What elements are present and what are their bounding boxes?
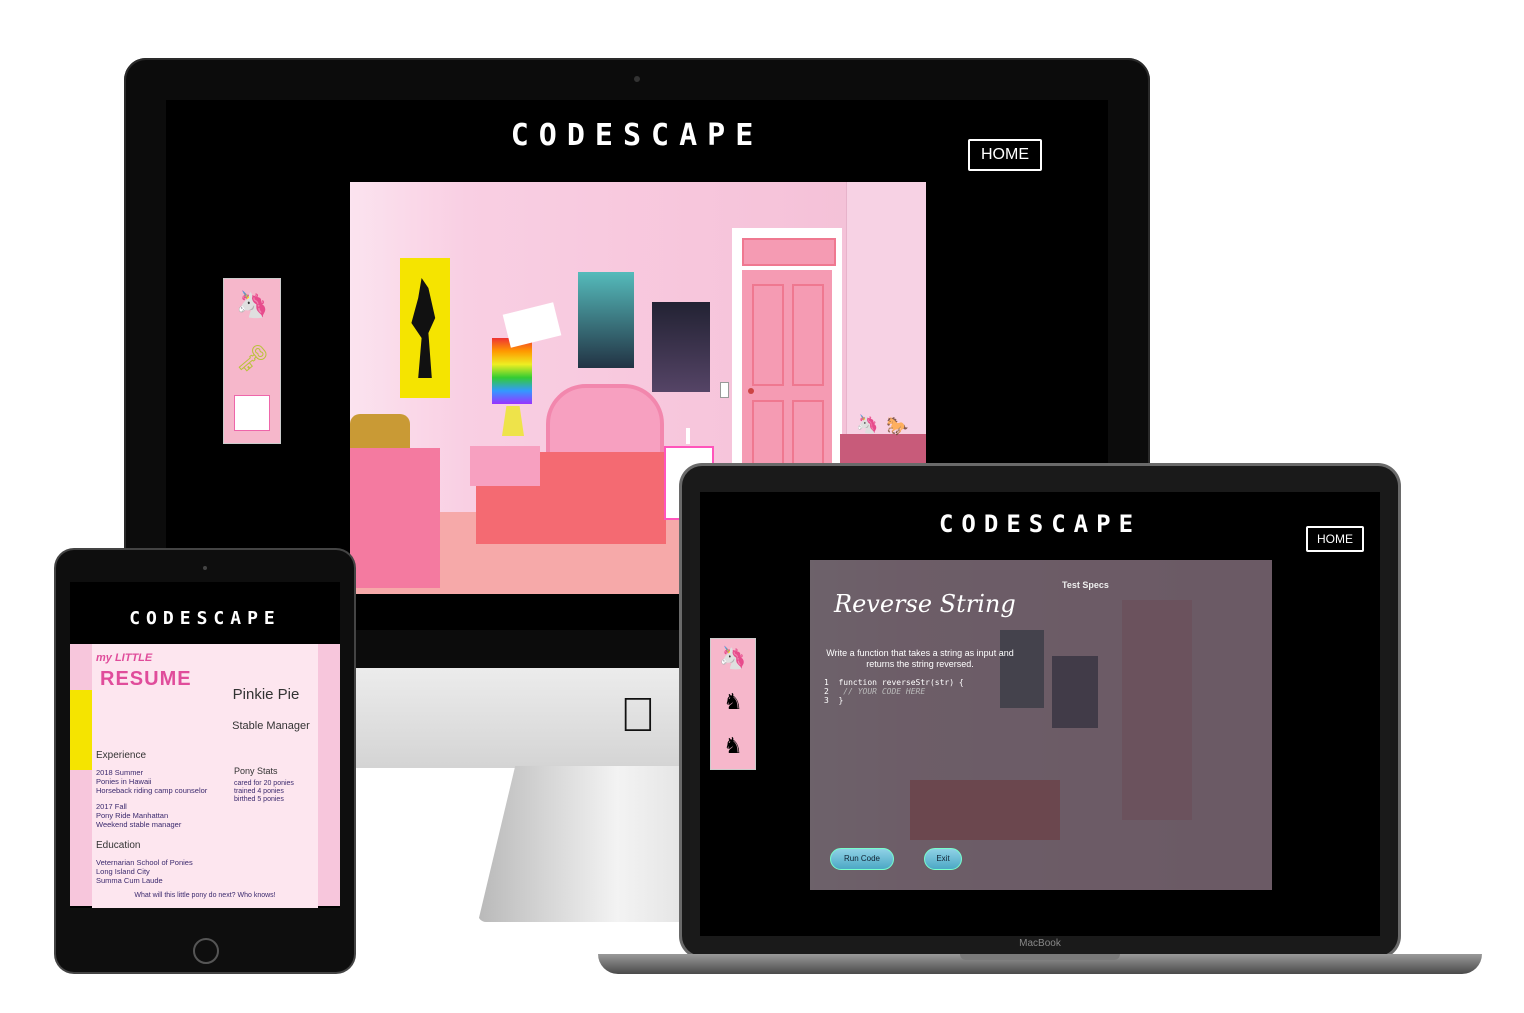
home-button[interactable]: HOME bbox=[968, 139, 1042, 171]
code-editor[interactable]: 1 function reverseStr(str) { 2 // YOUR C… bbox=[824, 678, 1044, 705]
app-title: CODESCAPE bbox=[938, 510, 1142, 538]
stat-1: cared for 20 ponies bbox=[234, 780, 294, 787]
home-button[interactable]: HOME bbox=[1306, 526, 1364, 552]
resume-brand-top: my LITTLE bbox=[96, 652, 153, 664]
resume-icon[interactable] bbox=[234, 395, 270, 431]
resume-document[interactable]: my LITTLE RESUME Pinkie Pie Stable Manag… bbox=[92, 644, 318, 908]
resume-name: Pinkie Pie bbox=[232, 686, 300, 703]
run-code-button[interactable]: Run Code bbox=[830, 848, 894, 870]
door-transom bbox=[742, 238, 836, 266]
code-text: } bbox=[838, 696, 844, 705]
treasure-chest[interactable] bbox=[350, 414, 410, 450]
exp-1-title: Horseback riding camp counselor bbox=[96, 786, 208, 795]
challenge-prompt: Write a function that takes a string as … bbox=[826, 648, 1014, 669]
candle[interactable] bbox=[686, 428, 690, 444]
exp-2-date: 2017 Fall bbox=[96, 802, 127, 811]
experience-heading: Experience bbox=[96, 750, 147, 761]
exp-2-title: Weekend stable manager bbox=[96, 820, 182, 829]
dresser[interactable] bbox=[350, 448, 440, 588]
door-panel bbox=[752, 284, 784, 386]
test-specs-label: Test Specs bbox=[1062, 580, 1109, 590]
rainbow-sticker[interactable] bbox=[502, 302, 562, 348]
resume-footer: What will this little pony do next? Who … bbox=[134, 892, 276, 899]
unicorn-toy-icon[interactable]: 🦄 bbox=[719, 645, 747, 673]
unicorn-silhouette-icon[interactable]: ♞ bbox=[719, 689, 747, 717]
line-number: 2 bbox=[824, 687, 829, 696]
pony-stats: cared for 20 ponies trained 4 ponies bir… bbox=[234, 780, 294, 804]
education-heading: Education bbox=[96, 840, 141, 851]
door-panel bbox=[792, 284, 824, 386]
lightning-unicorn-poster[interactable] bbox=[652, 302, 710, 392]
stats-heading: Pony Stats bbox=[234, 766, 278, 776]
horse-silhouette-icon bbox=[411, 278, 436, 378]
ipad-screen: CODESCAPE my LITTLE RESUME Pinkie Pie St… bbox=[70, 582, 340, 908]
code-line: 2 // YOUR CODE HERE bbox=[824, 687, 1044, 696]
inventory-panel: 🦄 🗝 bbox=[223, 278, 281, 444]
horse-silhouette-poster bbox=[70, 690, 92, 770]
door-knob[interactable] bbox=[748, 388, 754, 394]
macbook-notch bbox=[960, 954, 1120, 960]
apple-logo-icon:  bbox=[612, 690, 664, 742]
horse-silhouette-poster[interactable] bbox=[400, 258, 450, 398]
exit-button[interactable]: Exit bbox=[924, 848, 962, 870]
code-line: 1 function reverseStr(str) { bbox=[824, 678, 1044, 687]
edu-1: Veternarian School of Ponies bbox=[96, 858, 193, 867]
macbook-screen: CODESCAPE HOME 🦄 ♞ ♞ Reverse String Test… bbox=[700, 492, 1380, 936]
bed-headboard bbox=[546, 384, 664, 462]
horse-toy-icon[interactable]: 🐎 bbox=[886, 416, 908, 438]
resume-role: Stable Manager bbox=[232, 720, 310, 732]
exp-2-place: Pony Ride Manhattan bbox=[96, 811, 169, 820]
lamp[interactable] bbox=[502, 406, 524, 436]
exp-1-place: Ponies in Hawaii bbox=[96, 777, 152, 786]
unicorn-poster[interactable] bbox=[578, 272, 634, 368]
edu-3: Summa Cum Laude bbox=[96, 876, 163, 885]
ipad-home-button[interactable] bbox=[193, 938, 219, 964]
education: Veternarian School of Ponies Long Island… bbox=[96, 858, 193, 885]
imac-camera bbox=[634, 76, 640, 82]
unicorn-silhouette-icon[interactable]: ♞ bbox=[719, 733, 747, 761]
key-icon[interactable]: 🗝 bbox=[236, 343, 269, 375]
code-comment: // YOUR CODE HERE bbox=[838, 687, 926, 696]
app-title: CODESCAPE bbox=[129, 608, 281, 629]
unicorn-toy-icon[interactable]: 🦄 bbox=[856, 414, 878, 436]
nightstand[interactable] bbox=[470, 446, 540, 486]
exp-1-date: 2018 Summer bbox=[96, 768, 144, 777]
line-number: 1 bbox=[824, 678, 829, 687]
unicorn-toy-icon[interactable]: 🦄 bbox=[236, 289, 268, 321]
experience-1: 2018 Summer Ponies in Hawaii Horseback r… bbox=[96, 768, 207, 795]
rainbow-poster[interactable] bbox=[492, 338, 532, 404]
app-title: CODESCAPE bbox=[510, 118, 764, 153]
stat-3: birthed 5 ponies bbox=[234, 796, 284, 803]
code-challenge-modal: Reverse String Test Specs Write a functi… bbox=[810, 560, 1272, 890]
line-number: 3 bbox=[824, 696, 829, 705]
edu-2: Long Island City bbox=[96, 867, 150, 876]
ipad-camera bbox=[203, 566, 207, 570]
stat-2: trained 4 ponies bbox=[234, 788, 284, 795]
inventory-panel: 🦄 ♞ ♞ bbox=[710, 638, 756, 770]
code-text: function reverseStr(str) { bbox=[838, 678, 964, 687]
experience-2: 2017 Fall Pony Ride Manhattan Weekend st… bbox=[96, 802, 181, 829]
macbook-label: MacBook bbox=[1019, 938, 1061, 949]
challenge-title: Reverse String bbox=[834, 590, 1016, 618]
resume-brand-bottom: RESUME bbox=[100, 668, 192, 690]
light-switch[interactable] bbox=[720, 382, 729, 398]
code-line: 3 } bbox=[824, 696, 1044, 705]
